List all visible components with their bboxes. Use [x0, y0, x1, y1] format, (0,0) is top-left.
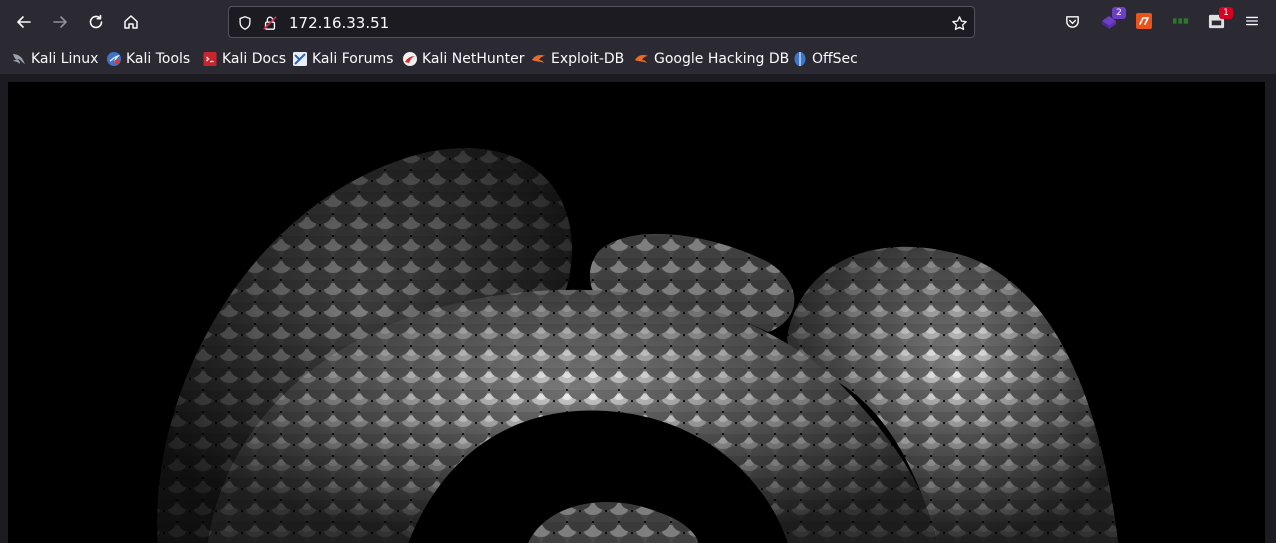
bookmarks-toolbar: Kali Linux Kali Tools Kali Docs Kali For…: [0, 44, 1276, 74]
offsec-icon: [792, 51, 808, 67]
hamburger-menu-icon: [1246, 16, 1258, 26]
home-icon: [124, 15, 138, 29]
page-content: [0, 74, 1276, 543]
bookmark-label: Kali Forums: [312, 51, 394, 67]
extension-white-button[interactable]: 1: [1205, 7, 1233, 32]
coiled-snake-image: [8, 82, 1265, 543]
bookmark-kali-docs[interactable]: Kali Docs: [202, 49, 286, 69]
forward-button[interactable]: [46, 8, 74, 36]
bookmark-exploit-db[interactable]: Exploit-DB: [531, 49, 624, 69]
home-button[interactable]: [117, 8, 145, 36]
kali-forums-icon: [292, 51, 308, 67]
extension-green-button[interactable]: [1170, 10, 1192, 32]
extension-orange-button[interactable]: [1133, 10, 1155, 32]
bookmark-label: Kali Docs: [222, 51, 287, 67]
extension-badge-count: 1: [1219, 7, 1233, 19]
bookmark-google-hacking-db[interactable]: Google Hacking DB: [634, 49, 789, 69]
bookmark-star-icon[interactable]: [950, 14, 968, 32]
tracking-protection-shield-icon[interactable]: [236, 14, 254, 32]
ext-orange-icon: [1136, 13, 1152, 29]
back-button[interactable]: [10, 8, 38, 36]
bookmark-kali-nethunter[interactable]: Kali NetHunter: [402, 49, 524, 69]
bookmark-kali-forums[interactable]: Kali Forums: [292, 49, 393, 69]
extension-badge-count: 2: [1112, 7, 1126, 19]
back-arrow-icon: [17, 16, 31, 28]
bookmark-label: Google Hacking DB: [654, 51, 790, 67]
pocket-button[interactable]: [1061, 10, 1083, 32]
url-text[interactable]: 172.16.33.51: [289, 13, 389, 33]
navigation-toolbar: 172.16.33.51 2 1: [0, 0, 1276, 44]
kali-dragon-icon: [11, 51, 27, 67]
app-menu-button[interactable]: [1241, 10, 1263, 32]
pocket-icon: [1065, 15, 1079, 28]
bookmark-label: OffSec: [812, 51, 858, 67]
bookmark-offsec[interactable]: OffSec: [792, 49, 858, 69]
ext-green-icon: [1173, 18, 1189, 24]
extension-purple-button[interactable]: 2: [1098, 7, 1126, 32]
exploit-db-icon: [531, 51, 547, 67]
bookmark-kali-linux[interactable]: Kali Linux: [11, 49, 98, 69]
insecure-lock-icon[interactable]: [261, 14, 279, 32]
kali-tools-icon: [106, 51, 122, 67]
bookmark-kali-tools[interactable]: Kali Tools: [106, 49, 190, 69]
bookmark-label: Kali Linux: [31, 51, 99, 67]
reload-icon: [89, 14, 103, 29]
reload-button[interactable]: [82, 8, 110, 36]
forward-arrow-icon: [53, 16, 67, 28]
bookmark-label: Exploit-DB: [551, 51, 625, 67]
url-bar[interactable]: 172.16.33.51: [228, 6, 975, 38]
kali-docs-icon: [202, 51, 218, 67]
snake-image-graphic: [8, 82, 1265, 543]
bookmark-label: Kali NetHunter: [422, 51, 525, 67]
ghdb-icon: [634, 51, 650, 67]
nethunter-icon: [402, 51, 418, 67]
bookmark-label: Kali Tools: [126, 51, 191, 67]
